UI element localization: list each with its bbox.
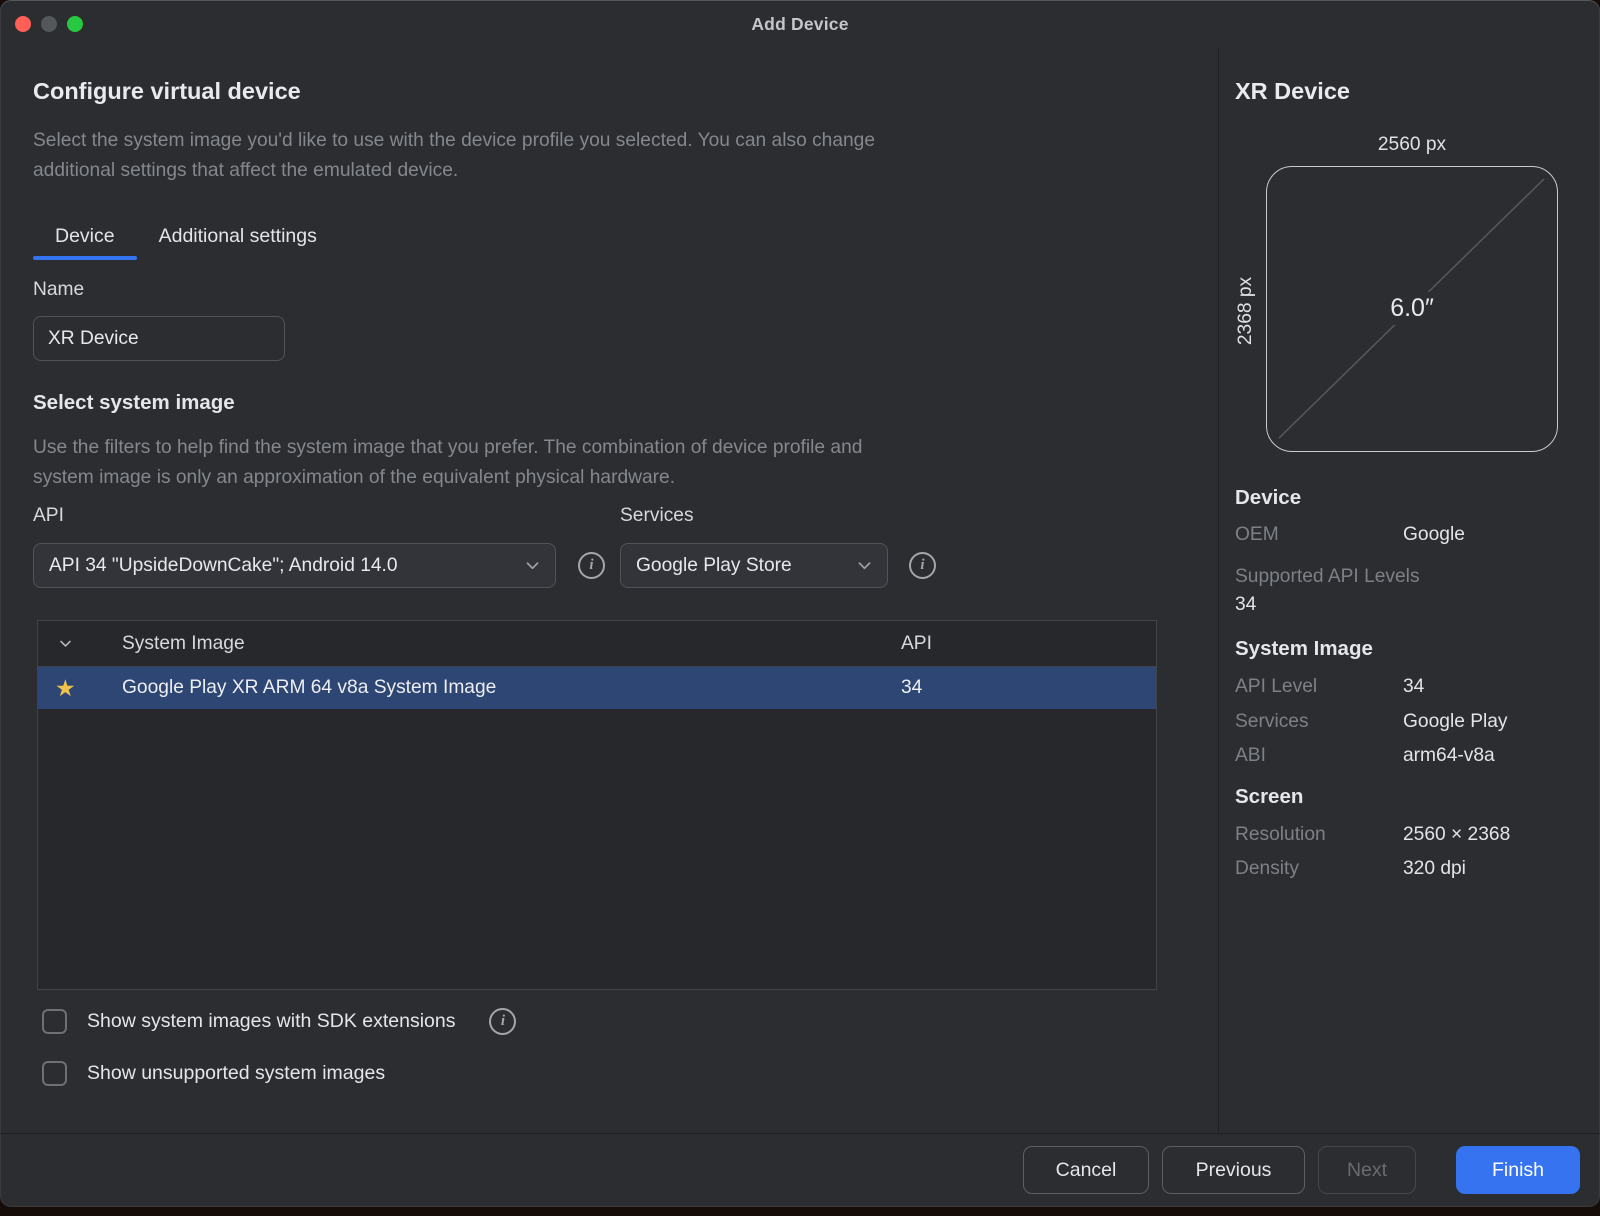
tab-device-label: Device (55, 225, 115, 248)
tab-bar: Device Additional settings (33, 212, 339, 260)
system-image-description: Use the filters to help find the system … (33, 433, 862, 493)
tab-device[interactable]: Device (33, 212, 137, 260)
spec-row-supported-api-label: Supported API Levels (1235, 566, 1420, 588)
spec-row-oem: OEM Google (1235, 524, 1465, 546)
footer-divider (0, 1133, 1600, 1134)
spec-row-abi: ABI arm64-v8a (1235, 745, 1495, 767)
select-system-image-heading: Select system image (33, 391, 235, 415)
screen-section-heading: Screen (1235, 785, 1303, 809)
collapse-group-icon[interactable] (38, 636, 122, 651)
table-header-row: System Image API (38, 621, 1156, 667)
screen-width-label: 2560 px (1266, 134, 1558, 156)
spec-value: Google (1403, 524, 1465, 546)
system-image-description-line2: system image is only an approximation of… (33, 463, 862, 493)
device-name-input[interactable] (33, 316, 285, 361)
system-image-description-line1: Use the filters to help find the system … (33, 433, 862, 463)
tab-additional-settings-label: Additional settings (159, 225, 317, 248)
table-row[interactable]: ★ Google Play XR ARM 64 v8a System Image… (38, 667, 1156, 709)
window-title: Add Device (0, 0, 1600, 48)
services-filter-value: Google Play Store (636, 555, 792, 577)
page-description-line2: additional settings that affect the emul… (33, 156, 875, 186)
active-tab-underline (33, 256, 137, 260)
column-header-api[interactable]: API (901, 633, 1156, 655)
tab-additional-settings[interactable]: Additional settings (137, 212, 339, 260)
device-preview-title: XR Device (1235, 78, 1350, 105)
close-window-icon[interactable] (15, 16, 31, 32)
sdk-extensions-checkbox[interactable] (42, 1009, 67, 1034)
cancel-button[interactable]: Cancel (1023, 1146, 1149, 1194)
panel-divider (1218, 48, 1219, 1133)
spec-value: 34 (1403, 676, 1424, 698)
unsupported-images-checkbox-label: Show unsupported system images (87, 1062, 385, 1085)
unsupported-images-checkbox[interactable] (42, 1061, 67, 1086)
spec-label: Services (1235, 711, 1403, 733)
sdk-extensions-checkbox-label: Show system images with SDK extensions (87, 1010, 455, 1033)
api-cell: 34 (901, 677, 1156, 699)
spec-value: 34 (1235, 594, 1256, 616)
services-info-icon[interactable]: i (909, 552, 936, 579)
titlebar[interactable]: Add Device (0, 0, 1600, 48)
spec-label: Supported API Levels (1235, 566, 1420, 588)
unsupported-images-checkbox-row: Show unsupported system images (42, 1061, 385, 1086)
chevron-down-icon (856, 557, 873, 574)
api-info-icon[interactable]: i (578, 552, 605, 579)
spec-row-api-level: API Level 34 (1235, 676, 1424, 698)
sdk-extensions-checkbox-row: Show system images with SDK extensions i (42, 1008, 516, 1035)
spec-label: Resolution (1235, 824, 1403, 846)
spec-label: ABI (1235, 745, 1403, 767)
screen-diagram: 6.0″ (1266, 166, 1558, 452)
services-filter-dropdown[interactable]: Google Play Store (620, 543, 888, 588)
services-filter-label: Services (620, 505, 694, 527)
previous-button[interactable]: Previous (1162, 1146, 1305, 1194)
finish-button[interactable]: Finish (1456, 1146, 1580, 1194)
screen-height-label: 2368 px (1235, 251, 1259, 371)
spec-label: Density (1235, 858, 1403, 880)
api-filter-value: API 34 "UpsideDownCake"; Android 14.0 (49, 555, 398, 577)
spec-label: OEM (1235, 524, 1403, 546)
device-section-heading: Device (1235, 486, 1301, 510)
spec-value: 320 dpi (1403, 858, 1466, 880)
spec-value: arm64-v8a (1403, 745, 1495, 767)
system-image-table: System Image API ★ Google Play XR ARM 64… (37, 620, 1157, 990)
spec-label: API Level (1235, 676, 1403, 698)
system-image-section-heading: System Image (1235, 637, 1373, 661)
chevron-down-icon (524, 557, 541, 574)
spec-row-density: Density 320 dpi (1235, 858, 1466, 880)
api-filter-label: API (33, 505, 64, 527)
spec-row-resolution: Resolution 2560 × 2368 (1235, 824, 1510, 846)
spec-row-services: Services Google Play (1235, 711, 1508, 733)
column-header-system-image[interactable]: System Image (122, 633, 901, 655)
next-button: Next (1318, 1146, 1416, 1194)
name-label: Name (33, 279, 84, 301)
spec-value: 2560 × 2368 (1403, 824, 1510, 846)
star-icon[interactable]: ★ (38, 677, 122, 700)
add-device-dialog: Add Device Configure virtual device Sele… (0, 0, 1600, 1207)
page-description: Select the system image you'd like to us… (33, 126, 875, 186)
system-image-cell: Google Play XR ARM 64 v8a System Image (122, 677, 901, 699)
screen-diagonal-size-label: 6.0″ (1378, 292, 1446, 325)
sdk-extensions-info-icon[interactable]: i (489, 1008, 516, 1035)
page-description-line1: Select the system image you'd like to us… (33, 126, 875, 156)
minimize-window-icon[interactable] (41, 16, 57, 32)
api-filter-dropdown[interactable]: API 34 "UpsideDownCake"; Android 14.0 (33, 543, 556, 588)
zoom-window-icon[interactable] (67, 16, 83, 32)
page-title: Configure virtual device (33, 78, 301, 105)
spec-value: Google Play (1403, 711, 1508, 733)
spec-row-supported-api-value: 34 (1235, 594, 1256, 616)
